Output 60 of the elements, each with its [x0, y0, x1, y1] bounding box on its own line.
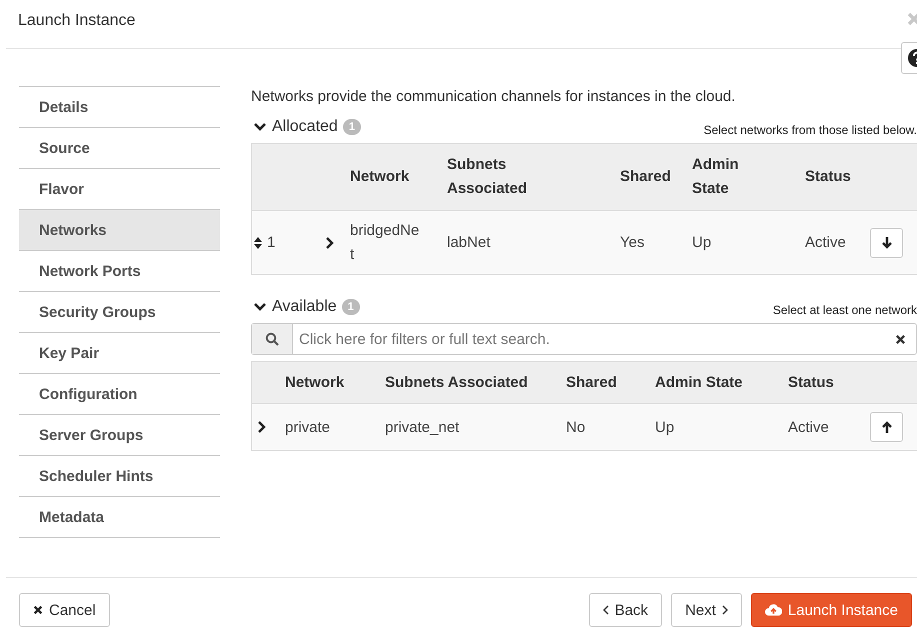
sidebar-item[interactable]: Server Groups	[19, 415, 220, 456]
column-header: Admin State	[655, 372, 744, 392]
chevron-icon	[253, 302, 267, 312]
sidebar-item[interactable]: Configuration	[19, 374, 220, 415]
search-icon	[265, 332, 279, 346]
column-header: Shared	[620, 167, 672, 187]
column-header: Network	[285, 372, 346, 392]
search-input[interactable]: Click here for filters or full text search.	[293, 330, 895, 348]
column-header: Shared	[566, 372, 618, 392]
deallocate-button[interactable]	[870, 228, 903, 258]
table-cell-text: Up	[655, 418, 676, 436]
expand-icon[interactable]	[326, 236, 334, 248]
column-header: Subnets Associated	[447, 155, 528, 199]
allocate-button[interactable]	[870, 412, 903, 442]
description-text: Networks provide the communication channels for instances in the cloud.	[251, 87, 736, 107]
sidebar-item[interactable]: Security Groups	[19, 292, 220, 333]
expand-icon[interactable]	[258, 421, 266, 433]
cancel-button[interactable]: Cancel	[19, 593, 110, 627]
column-header: Subnets Associated	[385, 372, 529, 392]
table-cell-text: labNet	[447, 234, 492, 251]
close-icon	[33, 605, 43, 615]
table-cell-text: private	[285, 418, 332, 436]
table-cell-text: Yes	[620, 234, 646, 251]
table-cell-text: bridgedNet	[350, 220, 420, 264]
column-header: Network	[350, 167, 410, 187]
section-toggle[interactable]: Available	[251, 298, 337, 316]
count-badge: 1	[342, 119, 361, 135]
chevron-icon	[253, 122, 267, 132]
column-header: Admin State	[692, 155, 740, 199]
table-cell-text: Up	[692, 234, 712, 251]
table-cell-text: private_net	[385, 418, 460, 436]
sidebar-item[interactable]: Key Pair	[19, 333, 220, 374]
column-header: Status	[788, 372, 835, 392]
section-toggle[interactable]: Allocated	[251, 118, 338, 136]
down-arrow-icon	[882, 236, 892, 248]
sidebar-item[interactable]: Details	[19, 87, 220, 128]
chevron-right-icon	[722, 605, 728, 615]
sort-icon[interactable]	[254, 236, 262, 248]
hint-text: Select at least one network	[772, 303, 917, 317]
sidebar-item[interactable]: Scheduler Hints	[19, 456, 220, 497]
cloud-upload-icon	[764, 604, 782, 616]
up-arrow-icon	[882, 421, 892, 433]
next-button[interactable]: Next	[671, 593, 742, 627]
table-cell-text: No	[566, 418, 586, 436]
launch-instance-button[interactable]: Launch Instance	[750, 593, 912, 627]
sidebar-item[interactable]: Network Ports	[19, 251, 220, 292]
back-button[interactable]: Back	[588, 593, 662, 627]
count-badge: 1	[342, 299, 360, 315]
hint-text: Select networks from those listed below.	[704, 123, 917, 137]
table-cell-text: Active	[788, 418, 830, 436]
sidebar-item[interactable]: Source	[19, 128, 220, 169]
clear-icon[interactable]	[895, 334, 906, 344]
sidebar-item[interactable]: Networks	[19, 210, 220, 251]
window-title: Launch Instance	[18, 12, 136, 30]
chevron-left-icon	[602, 605, 609, 615]
column-header: Status	[805, 167, 852, 187]
sidebar-item[interactable]: Metadata	[19, 497, 220, 538]
order-number: 1	[267, 234, 276, 251]
search-field[interactable]: Click here for filters or full text search.	[251, 323, 917, 355]
table-cell-text: Active	[805, 234, 847, 251]
